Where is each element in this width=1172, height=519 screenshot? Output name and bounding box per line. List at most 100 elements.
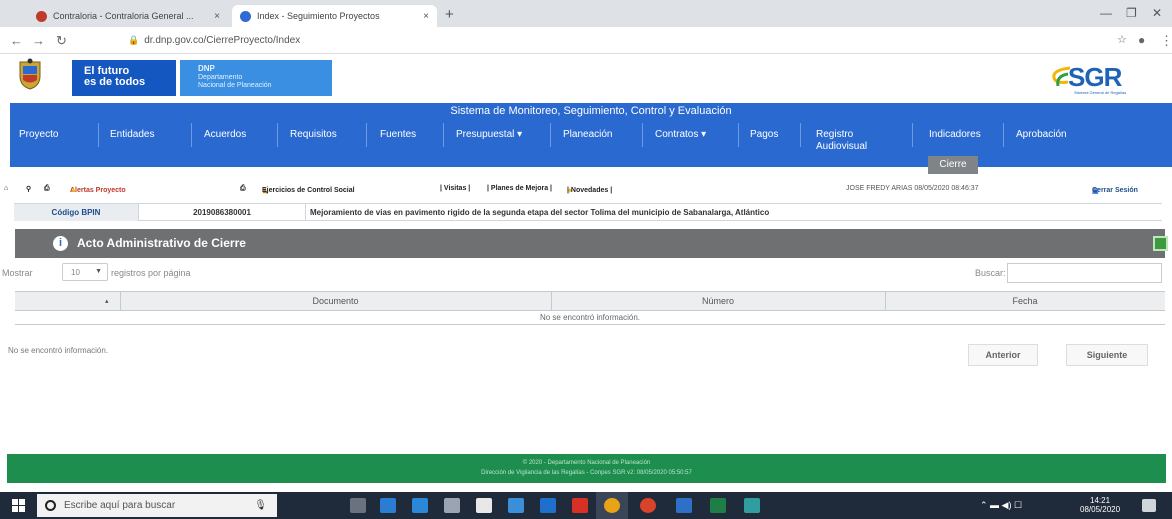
- people-app-icon[interactable]: [444, 498, 460, 513]
- menu-fuentes[interactable]: Fuentes: [380, 119, 416, 167]
- minimize-button[interactable]: —: [1100, 6, 1112, 20]
- clock[interactable]: 14:21 08/05/2020: [1080, 496, 1120, 514]
- visitas-link[interactable]: | Visitas |: [440, 185, 470, 192]
- menu-acuerdos[interactable]: Acuerdos: [204, 119, 246, 167]
- menu-pagos[interactable]: Pagos: [750, 119, 778, 167]
- show-label: Mostrar: [2, 268, 33, 278]
- app-icon[interactable]: [640, 498, 656, 513]
- close-window-button[interactable]: ✕: [1152, 6, 1162, 20]
- column-header-fecha[interactable]: Fecha: [885, 292, 1165, 311]
- search-label: Buscar:: [975, 268, 1006, 278]
- site-header: El futuro es de todos DNP Departamento N…: [0, 54, 1172, 102]
- menu-contratos[interactable]: Contratos ▾: [655, 119, 706, 167]
- excel-icon[interactable]: [710, 498, 726, 513]
- forward-arrow-icon[interactable]: →: [32, 33, 45, 48]
- excel-export-icon[interactable]: [1153, 236, 1168, 251]
- menu-planeacion[interactable]: Planeación: [563, 119, 612, 167]
- browser-tab-index[interactable]: Index - Seguimiento Proyectos ×: [232, 5, 437, 27]
- site-footer: © 2020 - Departamento Nacional de Planea…: [7, 454, 1166, 483]
- warning-icon: ▲: [70, 187, 77, 194]
- mail-icon[interactable]: [412, 498, 428, 513]
- windows-start-icon[interactable]: [12, 499, 25, 512]
- main-menu: Proyecto Entidades Acuerdos Requisitos F…: [10, 119, 1172, 174]
- menu-divider: [550, 123, 551, 147]
- menu-divider: [738, 123, 739, 147]
- back-arrow-icon[interactable]: ←: [10, 33, 23, 48]
- project-description: Mejoramiento de vias en pavimento rigido…: [310, 208, 770, 217]
- records-per-page-label: registros por página: [111, 268, 191, 278]
- user-session-info: JOSE FREDY ARIAS 08/05/2020 08:46:37: [846, 185, 979, 192]
- cortana-icon: [45, 500, 56, 511]
- bpin-info-row: Código BPIN 2019086380001 Mejoramiento d…: [14, 203, 1162, 221]
- bookmark-star-icon[interactable]: ☆: [1117, 33, 1127, 46]
- url-text: dr.dnp.gov.co/CierreProyecto/Index: [144, 35, 301, 46]
- menu-dots-icon[interactable]: ⋮: [1160, 33, 1172, 49]
- home-icon[interactable]: ⌂: [4, 185, 8, 192]
- chrome-icon[interactable]: [604, 498, 620, 513]
- print-icon[interactable]: ⎙: [44, 185, 50, 193]
- browser-tab-strip: Contraloria - Contraloria General ... × …: [0, 0, 1172, 27]
- gov-logo: El futuro es de todos: [72, 60, 176, 96]
- menu-entidades[interactable]: Entidades: [110, 119, 154, 167]
- search-input[interactable]: [1007, 263, 1162, 283]
- maximize-button[interactable]: ❐: [1126, 6, 1137, 20]
- task-view-icon[interactable]: [350, 498, 366, 513]
- search-tool-icon[interactable]: ⚲: [26, 185, 31, 193]
- windows-taskbar: Escribe aquí para buscar 🎙 ⌃ ▬ ◀) ☐ 14:2…: [0, 492, 1172, 519]
- tab-close-icon[interactable]: ×: [214, 11, 220, 22]
- menu-divider: [912, 123, 913, 147]
- menu-proyecto[interactable]: Proyecto: [19, 119, 58, 167]
- page-size-select[interactable]: 10 ▼: [62, 263, 108, 281]
- table-header: ▴ Documento Número Fecha: [15, 291, 1165, 311]
- reload-icon[interactable]: ↻: [56, 33, 67, 49]
- table-controls: Mostrar 10 ▼ registros por página Buscar…: [0, 263, 1172, 283]
- table-info: No se encontró información.: [8, 346, 109, 355]
- next-page-button[interactable]: Siguiente: [1066, 344, 1148, 366]
- chevron-down-icon: ▼: [95, 268, 102, 275]
- bpin-value: 2019086380001: [138, 204, 306, 221]
- tab-title: Index - Seguimiento Proyectos: [257, 11, 380, 21]
- panel-title: Acto Administrativo de Cierre: [77, 236, 246, 250]
- print-icon[interactable]: ⎙: [240, 185, 246, 193]
- panel-header: i Acto Administrativo de Cierre: [15, 229, 1168, 258]
- address-bar: ← → ↻ 🔒 dr.dnp.gov.co/CierreProyecto/Ind…: [0, 27, 1172, 54]
- menu-divider: [98, 123, 99, 147]
- store-icon[interactable]: [476, 498, 492, 513]
- previous-page-button[interactable]: Anterior: [968, 344, 1038, 366]
- planes-mejora-link[interactable]: | Planes de Mejora |: [487, 185, 552, 192]
- menu-aprobacion[interactable]: Aprobación: [1016, 119, 1067, 167]
- menu-cierre[interactable]: Cierre: [928, 156, 978, 174]
- notifications-icon[interactable]: [1142, 499, 1156, 512]
- app-icon[interactable]: [508, 498, 524, 513]
- column-header-numero[interactable]: Número: [551, 292, 885, 311]
- favicon-icon: [240, 10, 251, 22]
- menu-divider: [191, 123, 192, 147]
- empty-table-row: No se encontró información.: [15, 311, 1165, 325]
- app-icon[interactable]: [744, 498, 760, 513]
- taskbar-search-input[interactable]: Escribe aquí para buscar 🎙: [37, 494, 277, 517]
- menu-requisitos[interactable]: Requisitos: [290, 119, 337, 167]
- internet-explorer-icon[interactable]: [540, 498, 556, 513]
- browser-tab-contraloria[interactable]: Contraloria - Contraloria General ... ×: [28, 5, 228, 27]
- url-input[interactable]: 🔒 dr.dnp.gov.co/CierreProyecto/Index: [120, 31, 1100, 50]
- sgr-logo: SGR Sistema General de Regalías: [1048, 60, 1160, 96]
- menu-divider: [1003, 123, 1004, 147]
- microphone-icon[interactable]: 🎙: [254, 500, 267, 511]
- column-header-sort[interactable]: ▴: [15, 292, 120, 311]
- menu-registro-audiovisual[interactable]: Registro Audiovisual: [816, 119, 896, 167]
- edge-icon[interactable]: [380, 498, 396, 513]
- profile-icon[interactable]: ●: [1138, 33, 1145, 47]
- system-tray-icons[interactable]: ⌃ ▬ ◀) ☐: [980, 500, 1022, 511]
- menu-presupuestal[interactable]: Presupuestal ▾: [456, 119, 522, 167]
- menu-divider: [277, 123, 278, 147]
- tab-close-icon[interactable]: ×: [423, 11, 429, 22]
- colombia-crest-icon: [19, 58, 41, 90]
- new-tab-button[interactable]: +: [445, 6, 454, 23]
- bpin-label: Código BPIN: [14, 204, 138, 221]
- word-icon[interactable]: [676, 498, 692, 513]
- project-toolbar: ⌂ ⚲ ⎙ ▲ Alertas Proyecto ▲ ⎙ ♟ Ejercicio…: [4, 185, 1138, 195]
- acrobat-icon[interactable]: [572, 498, 588, 513]
- dnp-logo: DNP Departamento Nacional de Planeación: [180, 60, 332, 96]
- column-header-documento[interactable]: Documento: [120, 292, 551, 311]
- favicon-icon: [36, 10, 47, 22]
